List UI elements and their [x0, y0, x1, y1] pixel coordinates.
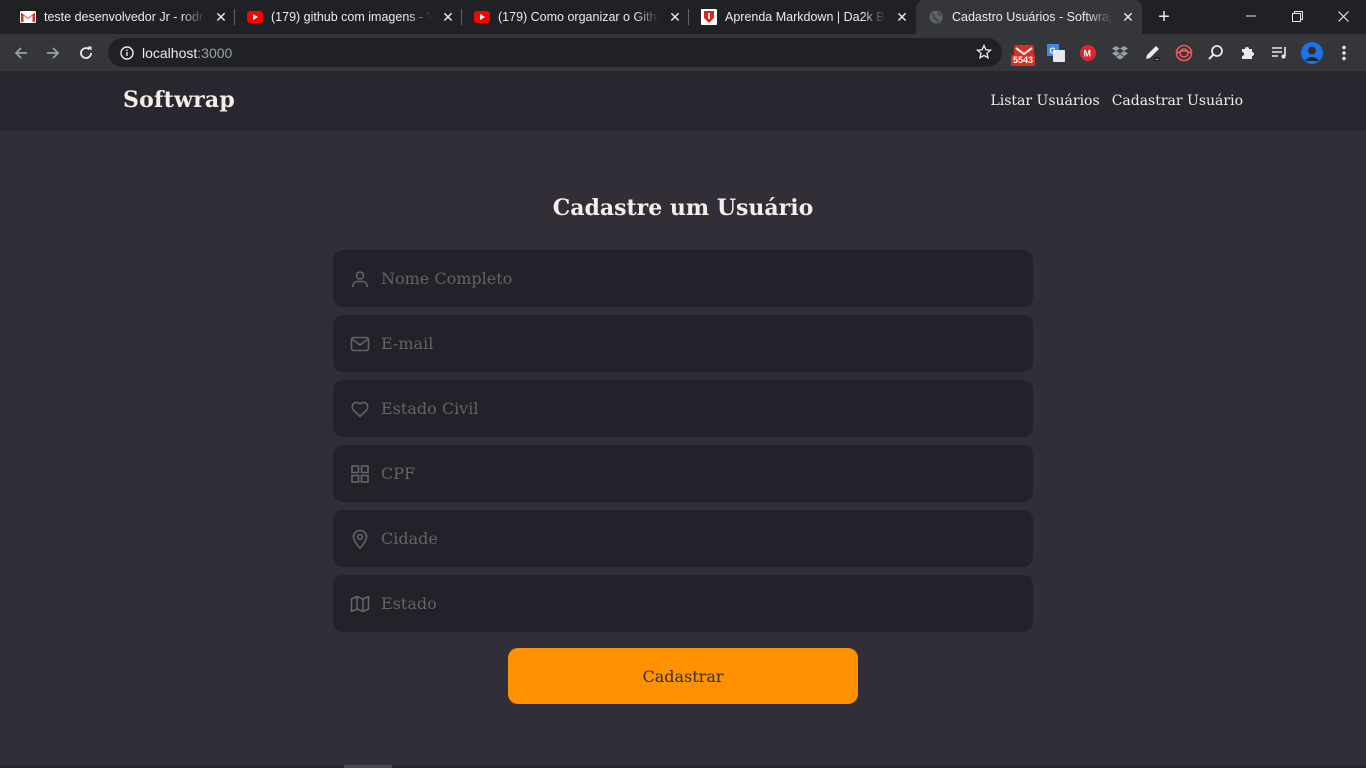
browser-tab[interactable]: teste desenvolvedor Jr - rodrigo ✕: [8, 0, 235, 34]
address-bar[interactable]: localhost:3000: [108, 38, 1002, 67]
main-nav: Listar Usuários Cadastrar Usuário: [990, 93, 1243, 109]
address-port: :3000: [197, 44, 233, 61]
da2k-icon: [701, 9, 717, 25]
new-tab-button[interactable]: +: [1153, 6, 1175, 28]
youtube-icon: [474, 9, 490, 25]
register-button[interactable]: Cadastrar: [508, 648, 858, 704]
tab-title: Cadastro Usuários - Softwrap: [952, 10, 1112, 24]
close-icon[interactable]: ✕: [1120, 9, 1136, 25]
tab-title: Aprenda Markdown | Da2k Blog: [725, 10, 886, 24]
browser-toolbar: localhost:3000 G M: [0, 34, 1366, 71]
close-icon[interactable]: ✕: [667, 9, 683, 25]
map-icon: [350, 594, 370, 614]
bookmark-star-icon[interactable]: [975, 43, 993, 63]
info-icon[interactable]: [120, 45, 134, 60]
window-close-button[interactable]: [1320, 0, 1366, 32]
city-field[interactable]: [333, 510, 1033, 567]
close-icon[interactable]: ✕: [894, 9, 910, 25]
city-input[interactable]: [381, 510, 1033, 567]
cpf-field[interactable]: [333, 445, 1033, 502]
pen-extension-icon[interactable]: [1141, 42, 1163, 64]
marital-status-field[interactable]: [333, 380, 1033, 437]
email-input[interactable]: [381, 315, 1033, 372]
youtube-icon: [247, 9, 263, 25]
grid-icon: [350, 464, 370, 484]
tab-title: teste desenvolvedor Jr - rodrigo: [44, 10, 205, 24]
spiral-extension-icon[interactable]: [1173, 42, 1195, 64]
state-field[interactable]: [333, 575, 1033, 632]
arrow-left-icon: [14, 47, 27, 59]
browser-tab[interactable]: (179) Como organizar o Github ✕: [462, 0, 689, 34]
name-input[interactable]: [381, 250, 1033, 307]
map-pin-icon: [350, 529, 370, 549]
translate-extension-icon[interactable]: G: [1045, 42, 1067, 64]
cpf-input[interactable]: [381, 445, 1033, 502]
nav-list-users-link[interactable]: Listar Usuários: [990, 93, 1099, 109]
puzzle-extensions-icon[interactable]: [1237, 42, 1259, 64]
browser-tab-active[interactable]: Cadastro Usuários - Softwrap ✕: [916, 0, 1142, 34]
restore-button[interactable]: [1274, 0, 1320, 32]
reload-icon: [80, 46, 92, 59]
gmail-icon: [20, 9, 36, 25]
browser-menu-icon[interactable]: [1333, 42, 1355, 64]
forward-button[interactable]: [40, 40, 66, 66]
app-header: Softwrap Listar Usuários Cadastrar Usuár…: [0, 71, 1366, 131]
arrow-right-icon: [47, 47, 60, 59]
back-button[interactable]: [8, 40, 34, 66]
globe-icon: [928, 9, 944, 25]
browser-tab[interactable]: (179) github com imagens - YouTube ✕: [235, 0, 462, 34]
name-field[interactable]: [333, 250, 1033, 307]
browser-tab[interactable]: Aprenda Markdown | Da2k Blog ✕: [689, 0, 916, 34]
user-icon: [350, 269, 370, 289]
minimize-icon: [1246, 15, 1256, 17]
svg-text:M: M: [1084, 49, 1092, 59]
media-queue-icon[interactable]: [1269, 42, 1291, 64]
address-host: localhost: [142, 44, 198, 61]
marital-status-input[interactable]: [381, 380, 1033, 437]
browser-tabstrip: teste desenvolvedor Jr - rodrigo ✕ (179)…: [0, 0, 1366, 34]
mail-icon: [350, 334, 370, 354]
close-icon[interactable]: ✕: [440, 9, 456, 25]
state-input[interactable]: [381, 575, 1033, 632]
avatar[interactable]: [1301, 42, 1323, 64]
heart-icon: [350, 399, 370, 419]
restore-icon: [1291, 10, 1303, 22]
mega-extension-icon[interactable]: M: [1077, 42, 1099, 64]
minimize-button[interactable]: [1228, 0, 1274, 32]
tab-title: (179) Como organizar o Github: [498, 10, 659, 24]
reload-button[interactable]: [73, 40, 99, 66]
nav-register-user-link[interactable]: Cadastrar Usuário: [1112, 93, 1243, 109]
svg-text:G: G: [1050, 47, 1056, 56]
close-icon[interactable]: ✕: [213, 9, 229, 25]
gmail-unread-badge: 5543: [1011, 55, 1036, 66]
email-field[interactable]: [333, 315, 1033, 372]
logo[interactable]: Softwrap: [123, 87, 235, 113]
tab-title: (179) github com imagens - YouTube: [271, 10, 432, 24]
dropbox-extension-icon[interactable]: [1109, 42, 1131, 64]
page-title: Cadastre um Usuário: [552, 195, 814, 221]
close-icon: [1337, 10, 1349, 22]
search-extension-icon[interactable]: [1205, 42, 1227, 64]
